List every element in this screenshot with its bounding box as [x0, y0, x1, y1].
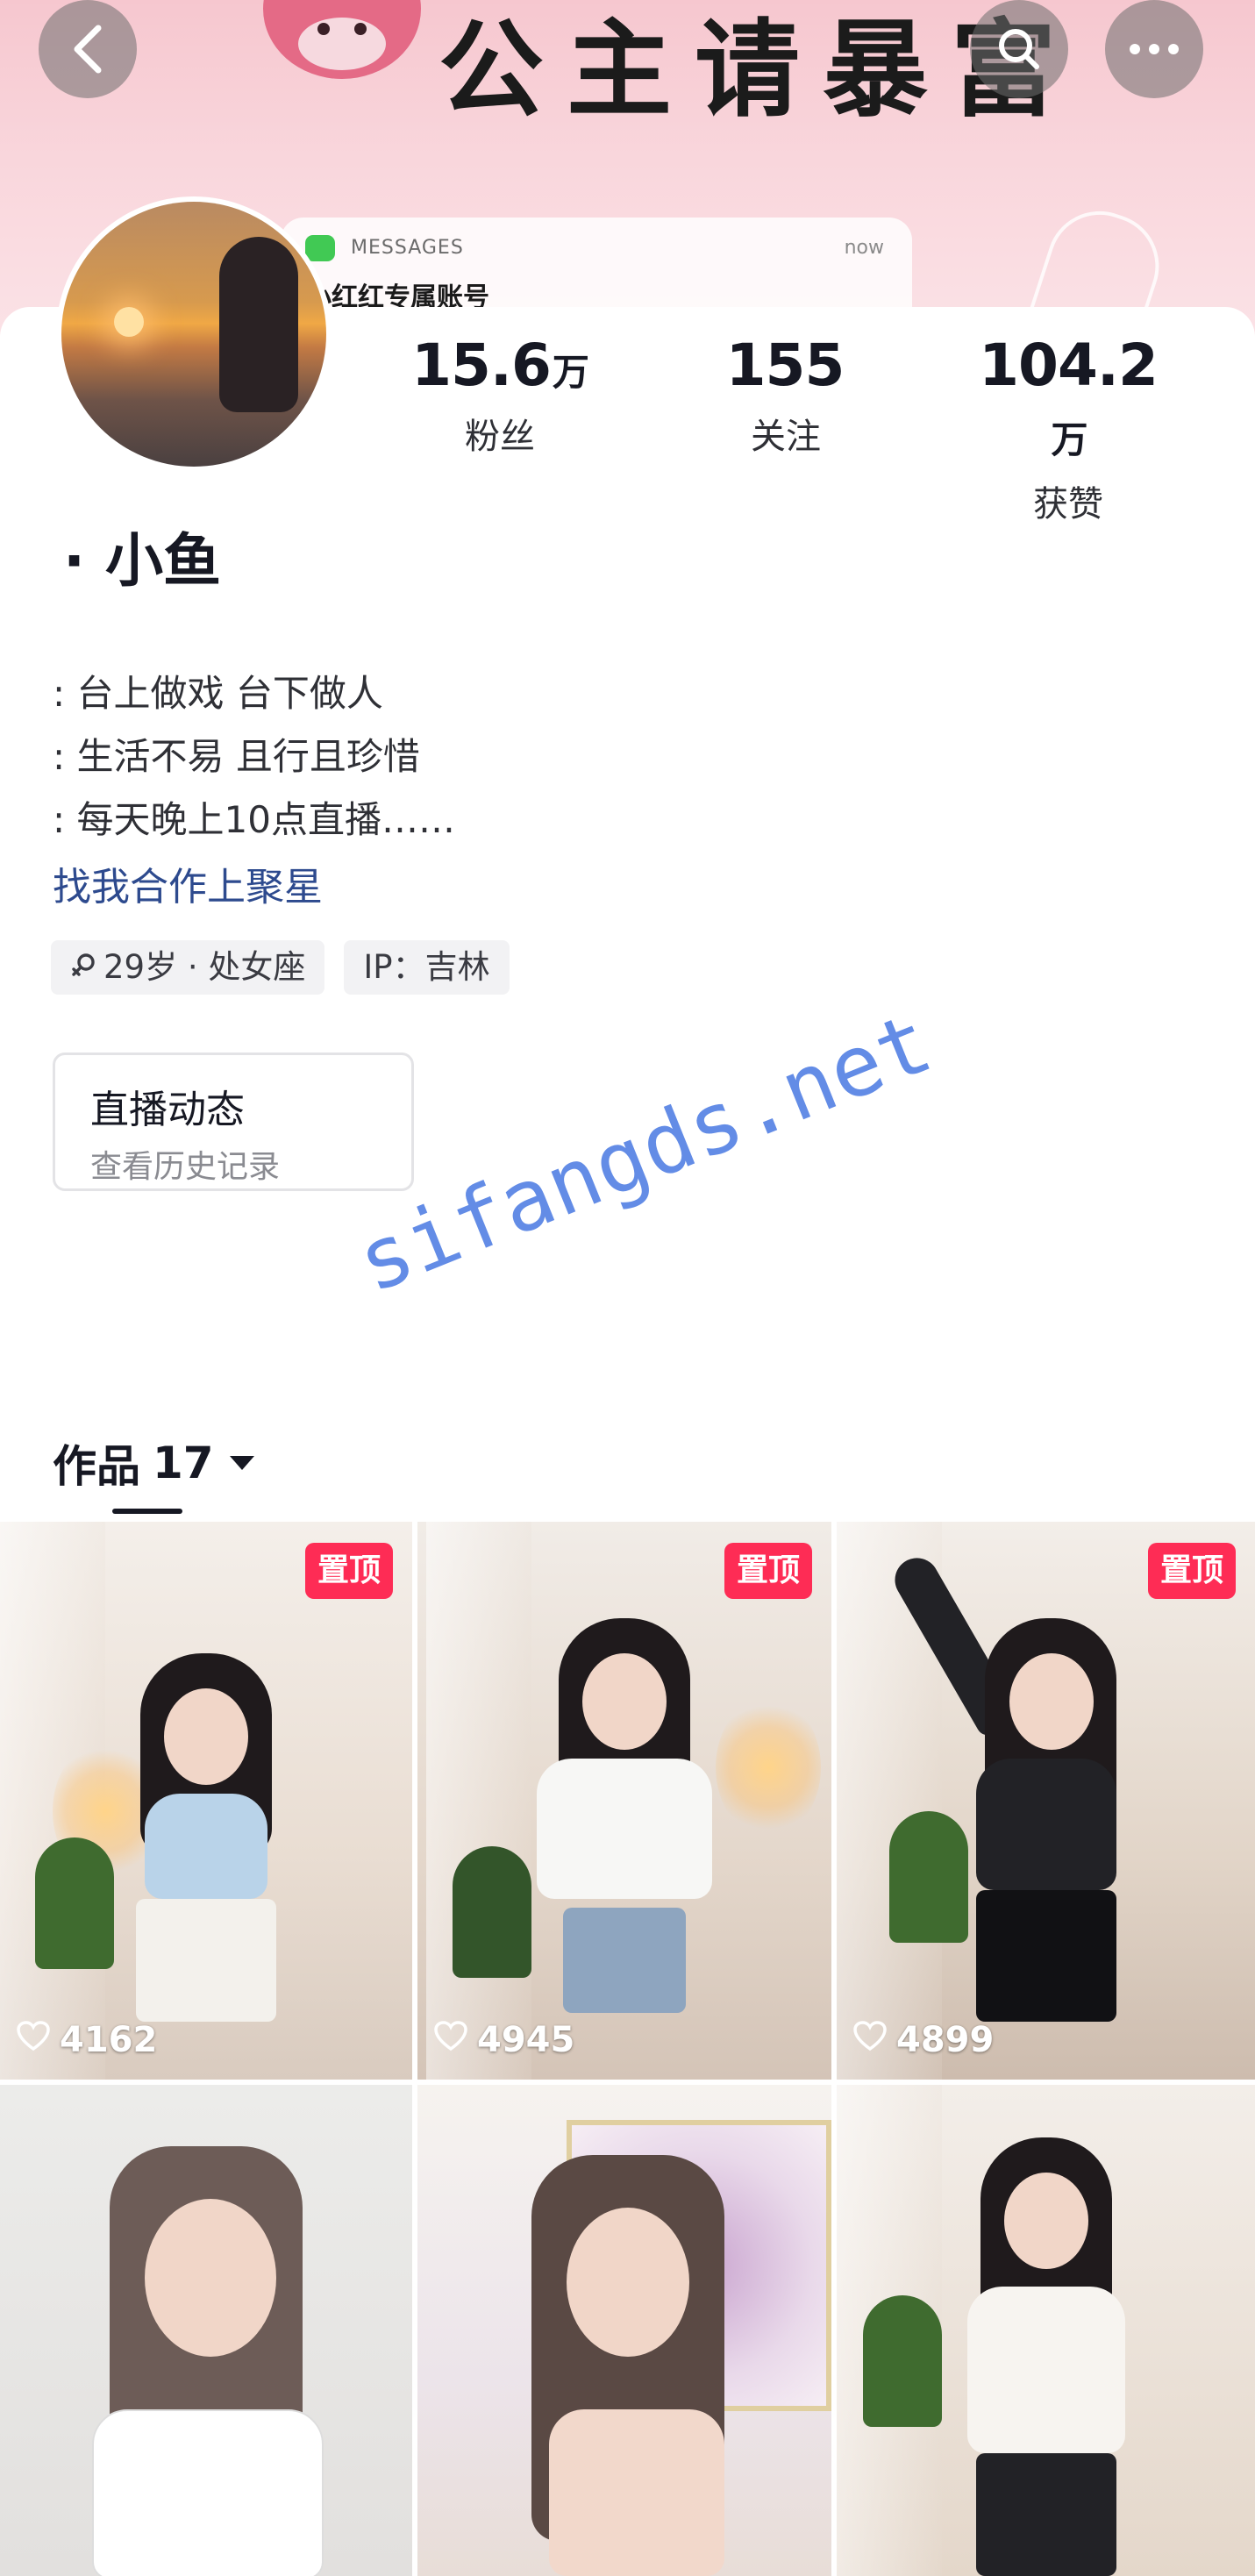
ip-tag: IP：吉林 [344, 940, 510, 995]
tab-works[interactable]: 作品 17 [53, 1431, 254, 1495]
heart-icon [16, 2020, 51, 2060]
avatar[interactable] [56, 196, 332, 472]
video-likes: 4945 [433, 2020, 574, 2060]
followers-label: 粉丝 [465, 417, 535, 457]
avatar-photo [61, 202, 326, 467]
profile-tags: 29岁 · 处女座 IP：吉林 [51, 940, 510, 995]
likes-count: 104.2 [979, 332, 1159, 399]
video-thumbnail[interactable]: 置顶 4945 [417, 1522, 831, 2080]
caret-down-icon [229, 1456, 254, 1470]
tab-indicator [112, 1509, 182, 1514]
stat-followers[interactable]: 15.6万 粉丝 [395, 332, 605, 459]
more-button[interactable] [1105, 0, 1203, 98]
video-likes: 4899 [852, 2020, 994, 2060]
female-gender-icon [70, 940, 96, 995]
ip-tag-label: IP：吉林 [363, 948, 490, 986]
profile-bio: : 台上做戏 台下做人 : 生活不易 且行且珍惜 : 每天晚上10点直播…… [53, 662, 455, 852]
following-count: 155 [725, 332, 845, 399]
search-button[interactable] [970, 0, 1068, 98]
heart-icon [433, 2020, 468, 2060]
search-icon [995, 25, 1044, 74]
bio-line: : 台上做戏 台下做人 [53, 672, 383, 715]
pinned-badge: 置顶 [1147, 1543, 1236, 1599]
works-tab-label: 作品 [53, 1441, 140, 1492]
live-history-title: 直播动态 [90, 1088, 245, 1132]
live-history-card[interactable]: 直播动态 查看历史记录 [53, 1053, 414, 1191]
bear-face [298, 18, 386, 70]
age-tag: 29岁 · 处女座 [51, 940, 325, 995]
video-like-count: 4945 [477, 2020, 575, 2060]
chevron-left-icon [68, 23, 107, 75]
back-button[interactable] [39, 0, 137, 98]
video-thumbnail[interactable] [417, 2085, 831, 2576]
message-app-name: MESSAGES [351, 237, 464, 259]
bio-line: : 每天晚上10点直播…… [53, 798, 455, 841]
messages-app-icon [305, 235, 335, 261]
likes-unit: 万 [1051, 418, 1087, 461]
followers-unit: 万 [552, 351, 589, 394]
video-like-count: 4162 [60, 2020, 158, 2060]
more-horizontal-icon [1128, 43, 1180, 55]
message-time: now [844, 237, 884, 259]
followers-count: 15.6 [411, 332, 552, 399]
likes-label: 获赞 [1033, 484, 1103, 524]
pinned-badge: 置顶 [304, 1543, 393, 1599]
video-likes: 4162 [16, 2020, 157, 2060]
following-label: 关注 [751, 417, 821, 457]
age-tag-label: 29岁 · 处女座 [103, 948, 306, 986]
top-clothing [145, 1794, 267, 1899]
heart-icon [852, 2020, 888, 2060]
video-thumbnail[interactable]: 置顶 4162 [0, 1522, 412, 2080]
video-thumbnail[interactable] [837, 2085, 1255, 2576]
pinned-badge: 置顶 [724, 1543, 812, 1599]
video-like-count: 4899 [896, 2020, 995, 2060]
stat-likes[interactable]: 104.2 万 获赞 [963, 332, 1173, 526]
profile-nickname: · 小鱼 [63, 527, 222, 595]
live-history-subtitle: 查看历史记录 [90, 1149, 281, 1185]
video-grid: 置顶 4162 置顶 4945 置顶 4899 [0, 1522, 1255, 2576]
bio-line: : 生活不易 且行且珍惜 [53, 735, 420, 778]
video-thumbnail[interactable] [0, 2085, 412, 2576]
stat-following[interactable]: 155 关注 [681, 332, 891, 459]
video-thumbnail[interactable]: 置顶 4899 [837, 1522, 1255, 2080]
works-count: 17 [153, 1438, 214, 1488]
cooperation-link[interactable]: 找我合作上聚星 [53, 855, 323, 911]
